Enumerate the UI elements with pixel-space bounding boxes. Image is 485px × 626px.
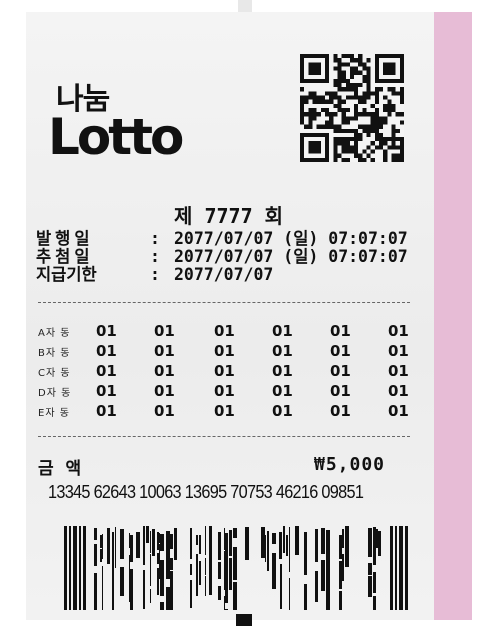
game-number: 01 <box>154 342 175 360</box>
game-label: B자 동 <box>38 348 71 359</box>
game-number: 01 <box>96 342 117 360</box>
game-row: E자 동 01 01 01 01 01 01 <box>38 402 418 420</box>
game-number: 01 <box>214 362 235 380</box>
game-number: 01 <box>330 322 351 340</box>
draw-date-label: 추첨일 <box>36 247 94 266</box>
game-number: 01 <box>214 382 235 400</box>
game-row: D자 동 01 01 01 01 01 01 <box>38 382 418 400</box>
game-row: B자 동 01 01 01 01 01 01 <box>38 342 418 360</box>
game-number: 01 <box>330 382 351 400</box>
game-number: 01 <box>388 322 409 340</box>
amount-value: ₩5,000 <box>314 454 386 475</box>
accent-strip <box>434 12 472 620</box>
game-number: 01 <box>272 322 293 340</box>
game-number: 01 <box>272 362 293 380</box>
expiry-date-label: 지급기한 <box>36 265 97 284</box>
issue-date-value: 2077/07/07 (일) 07:07:07 <box>174 229 408 248</box>
draw-date-row: 추첨일:2077/07/07 (일) 07:07:07 <box>36 247 408 266</box>
divider <box>38 302 410 303</box>
game-number: 01 <box>330 342 351 360</box>
ticket-top-notch <box>238 0 252 12</box>
serial-number: 13345 62643 10063 13695 70753 46216 0985… <box>48 481 364 502</box>
game-number: 01 <box>330 402 351 420</box>
game-number: 01 <box>388 342 409 360</box>
logo-english: Lotto <box>48 108 184 166</box>
game-number: 01 <box>272 382 293 400</box>
game-row: C자 동 01 01 01 01 01 01 <box>38 362 418 380</box>
game-number: 01 <box>214 322 235 340</box>
game-number: 01 <box>96 402 117 420</box>
game-row: A자 동 01 01 01 01 01 01 <box>38 322 418 340</box>
game-number: 01 <box>96 362 117 380</box>
game-label: A자 동 <box>38 328 71 339</box>
game-number: 01 <box>154 402 175 420</box>
barcode-icon <box>64 526 408 610</box>
amount-label: 금 액 <box>38 459 85 479</box>
game-label: E자 동 <box>38 408 70 419</box>
expiry-date-row: 지급기한:2077/07/07 <box>36 265 274 284</box>
game-number: 01 <box>330 362 351 380</box>
game-number: 01 <box>388 402 409 420</box>
issue-date-row: 발행일:2077/07/07 (일) 07:07:07 <box>36 229 408 248</box>
qr-code-icon <box>300 54 404 162</box>
draw-date-value: 2077/07/07 (일) 07:07:07 <box>174 247 408 266</box>
game-number: 01 <box>96 322 117 340</box>
game-label: C자 동 <box>38 368 71 379</box>
game-number: 01 <box>154 322 175 340</box>
expiry-date-value: 2077/07/07 <box>174 265 274 284</box>
issue-date-label: 발행일 <box>36 229 94 248</box>
game-number: 01 <box>388 382 409 400</box>
game-number: 01 <box>154 382 175 400</box>
divider <box>38 436 410 437</box>
game-number: 01 <box>272 402 293 420</box>
game-number: 01 <box>272 342 293 360</box>
round-number: 제 7777 회 <box>174 204 284 228</box>
game-number: 01 <box>96 382 117 400</box>
game-number: 01 <box>388 362 409 380</box>
ticket-bottom-notch <box>236 614 252 626</box>
game-number: 01 <box>214 342 235 360</box>
game-number: 01 <box>154 362 175 380</box>
game-number: 01 <box>214 402 235 420</box>
game-label: D자 동 <box>38 388 72 399</box>
lotto-ticket: 나눔 Lotto 제 7777 회 발행일:2077/07/07 (일) 07:… <box>26 12 472 620</box>
